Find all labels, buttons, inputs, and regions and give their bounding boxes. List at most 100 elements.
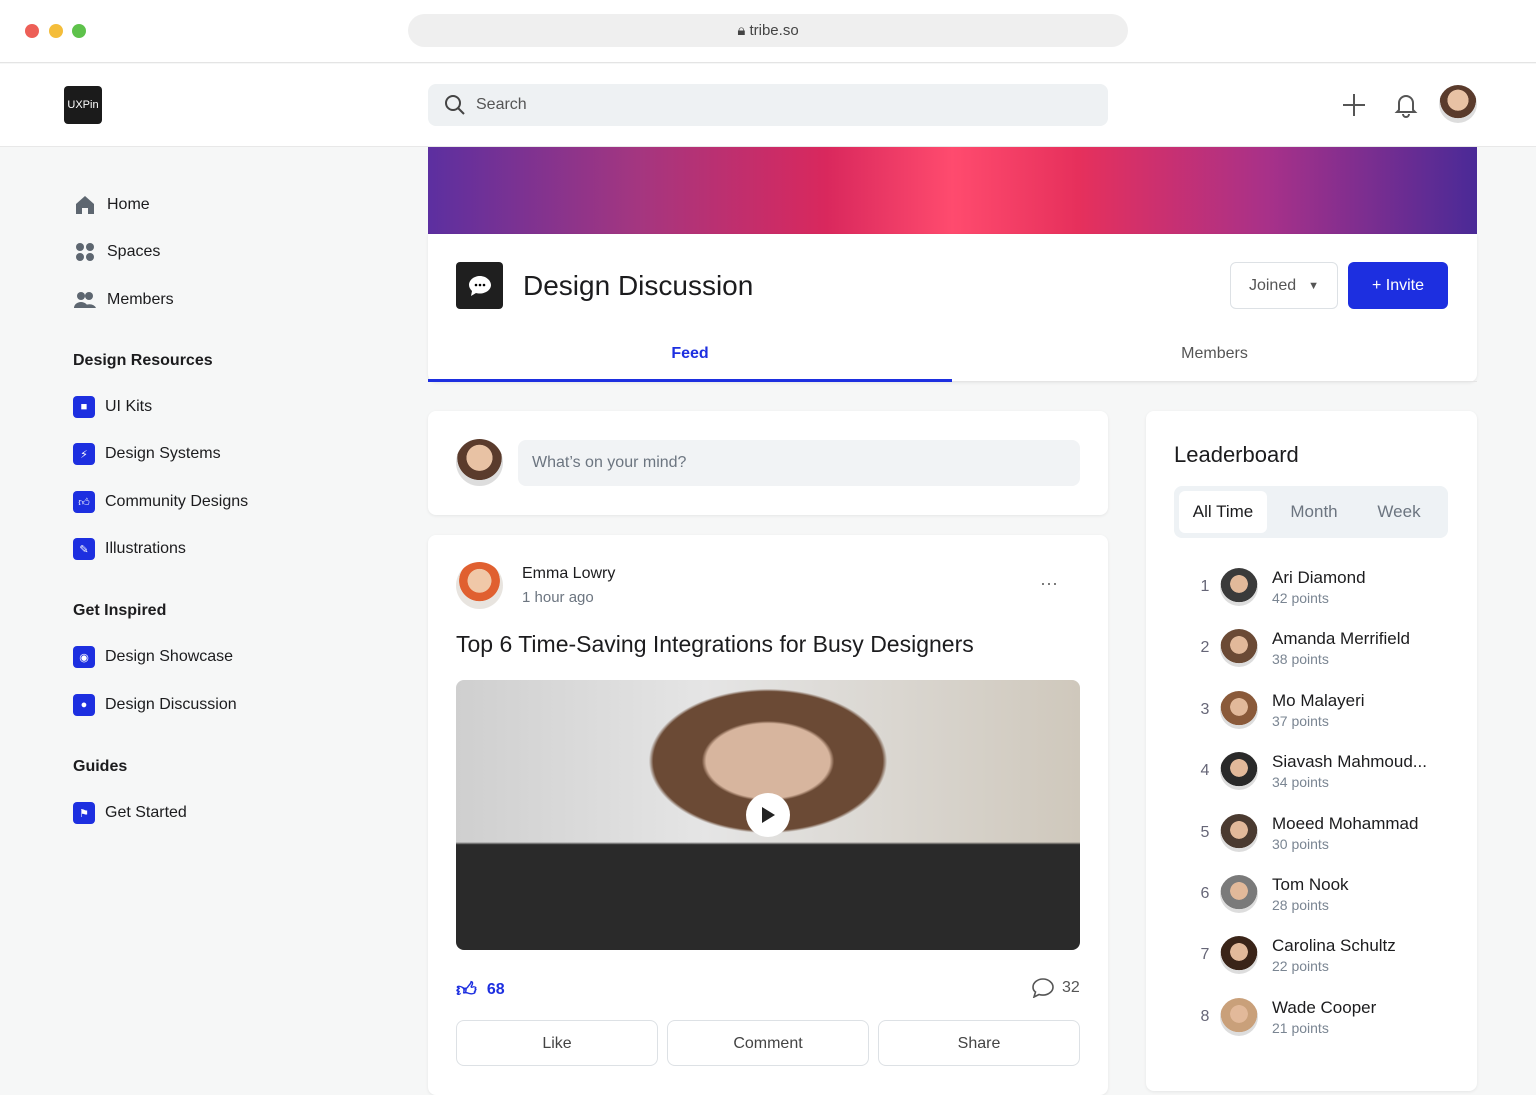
sidebar-item-design-showcase[interactable]: ◉ Design Showcase <box>73 646 233 668</box>
label: Joined <box>1248 276 1297 294</box>
close-window-button[interactable] <box>25 24 39 38</box>
sidebar-item-design-discussion[interactable]: ● Design Discussion <box>73 694 237 716</box>
leaderboard-entry[interactable]: 4 Siavash Mahmoud... 34 points <box>1190 752 1427 791</box>
label: Home <box>107 196 150 213</box>
section-title: Guides <box>73 758 128 775</box>
pencil-icon: ✎ <box>73 538 95 560</box>
member-points: 34 points <box>1272 774 1329 791</box>
search-input[interactable]: Search <box>428 84 1108 126</box>
rank: 7 <box>1200 946 1210 964</box>
rank: 4 <box>1200 762 1210 780</box>
sidebar-item-spaces[interactable]: Spaces <box>73 240 160 264</box>
thumbs-up-icon: 👍︎ <box>456 979 477 1001</box>
member-name: Ari Diamond <box>1272 568 1366 587</box>
comments-count[interactable]: 32 <box>1032 978 1080 998</box>
sidebar-item-home[interactable]: Home <box>73 193 150 217</box>
bell-icon[interactable] <box>1391 90 1421 120</box>
leaderboard-entry[interactable]: 7 Carolina Schultz 22 points <box>1190 936 1396 975</box>
label: Design Systems <box>105 445 221 462</box>
leaderboard-entry[interactable]: 1 Ari Diamond 42 points <box>1190 568 1366 606</box>
rank: 6 <box>1200 885 1210 902</box>
label: Design Showcase <box>105 648 234 665</box>
post-input[interactable]: What’s on your mind? <box>518 440 1080 486</box>
comments-value: 32 <box>1062 979 1080 996</box>
tab-week[interactable]: Week <box>1355 491 1443 533</box>
member-name: Wade Cooper <box>1272 997 1377 1017</box>
chat-bubble-icon <box>456 262 503 309</box>
author-avatar[interactable] <box>456 562 503 609</box>
space-banner <box>428 147 1477 234</box>
tab-members[interactable]: Members <box>952 334 1477 382</box>
member-name: Carolina Schultz <box>1272 936 1396 956</box>
leaderboard-entry[interactable]: 2 Amanda Merrifield 38 points <box>1190 629 1410 668</box>
plus-icon[interactable] <box>1339 90 1369 120</box>
post-card: Emma Lowry 1 hour ago ··· Top 6 Time-Sav… <box>428 535 1108 1095</box>
member-name: Tom Nook <box>1272 875 1349 894</box>
joined-dropdown[interactable]: Joined ▼ <box>1230 262 1338 309</box>
invite-button[interactable]: + Invite <box>1348 262 1448 309</box>
comment-icon <box>1032 978 1054 998</box>
leaderboard-entry[interactable]: 8 Wade Cooper 21 points <box>1190 997 1377 1036</box>
lock-icon: 🔒︎ <box>737 22 750 39</box>
member-avatar <box>1220 813 1258 852</box>
author-name[interactable]: Emma Lowry <box>522 565 615 583</box>
rank: 5 <box>1200 823 1210 841</box>
sidebar-item-get-started[interactable]: ⚑ Get Started <box>73 802 187 824</box>
label: Get Started <box>105 804 187 821</box>
member-avatar <box>1220 629 1258 668</box>
member-name: Moeed Mohammad <box>1272 813 1419 833</box>
member-avatar <box>1220 568 1258 606</box>
composer: What’s on your mind? <box>428 411 1108 515</box>
browser-chrome: 🔒︎ tribe.so <box>0 0 1536 63</box>
leaderboard-entry[interactable]: 6 Tom Nook 28 points <box>1190 875 1349 913</box>
play-icon[interactable] <box>746 793 790 837</box>
members-icon <box>73 288 97 312</box>
search-icon <box>445 95 465 115</box>
rank: 3 <box>1200 700 1210 718</box>
leaderboard-entry[interactable]: 5 Moeed Mohammad 30 points <box>1190 813 1419 852</box>
caret-down-icon: ▼ <box>1308 279 1320 292</box>
post-time: 1 hour ago <box>522 589 594 606</box>
maximize-window-button[interactable] <box>72 24 86 38</box>
member-points: 21 points <box>1272 1019 1329 1036</box>
thumbs-up-icon: 👍︎ <box>73 491 95 513</box>
member-avatar <box>1220 997 1258 1036</box>
sidebar-item-members[interactable]: Members <box>73 288 174 312</box>
member-points: 42 points <box>1272 590 1329 606</box>
sidebar-item-illustrations[interactable]: ✎ Illustrations <box>73 538 186 560</box>
member-name: Siavash Mahmoud... <box>1272 752 1427 772</box>
share-button[interactable]: Share <box>878 1020 1080 1066</box>
label: Community Designs <box>105 493 249 510</box>
post-title[interactable]: Top 6 Time-Saving Integrations for Busy … <box>456 631 974 658</box>
search-placeholder: Search <box>476 96 527 113</box>
minimize-window-button[interactable] <box>49 24 63 38</box>
member-avatar <box>1220 690 1258 729</box>
member-name: Mo Malayeri <box>1272 690 1365 710</box>
user-avatar[interactable] <box>1439 85 1477 123</box>
flag-icon: ⚑ <box>73 802 95 824</box>
tab-all-time[interactable]: All Time <box>1179 491 1267 533</box>
sidebar-item-community-designs[interactable]: 👍︎ Community Designs <box>73 491 248 513</box>
label: Spaces <box>107 243 161 260</box>
likes-value: 68 <box>486 981 505 998</box>
sidebar-item-design-systems[interactable]: ⚡︎ Design Systems <box>73 443 221 465</box>
like-button[interactable]: Like <box>456 1020 658 1066</box>
member-points: 38 points <box>1272 651 1329 668</box>
leaderboard-title: Leaderboard <box>1174 442 1299 467</box>
likes-count[interactable]: 👍︎ 68 <box>456 978 505 1002</box>
app-header: UXPin Search <box>0 64 1536 147</box>
post-video[interactable] <box>456 680 1080 950</box>
address-bar[interactable]: 🔒︎ tribe.so <box>408 14 1128 47</box>
logo[interactable]: UXPin <box>64 86 102 124</box>
sidebar-item-ui-kits[interactable]: ■ UI Kits <box>73 396 152 418</box>
tab-month[interactable]: Month <box>1270 491 1358 533</box>
comment-button[interactable]: Comment <box>667 1020 869 1066</box>
bolt-icon: ⚡︎ <box>73 443 95 465</box>
eye-icon: ◉ <box>73 646 95 668</box>
tab-feed[interactable]: Feed <box>428 334 952 382</box>
section-title: Design Resources <box>73 352 213 369</box>
member-name: Amanda Merrifield <box>1272 629 1410 649</box>
home-icon <box>73 193 97 217</box>
more-options-icon[interactable]: ··· <box>1040 573 1058 594</box>
leaderboard-entry[interactable]: 3 Mo Malayeri 37 points <box>1190 690 1365 729</box>
